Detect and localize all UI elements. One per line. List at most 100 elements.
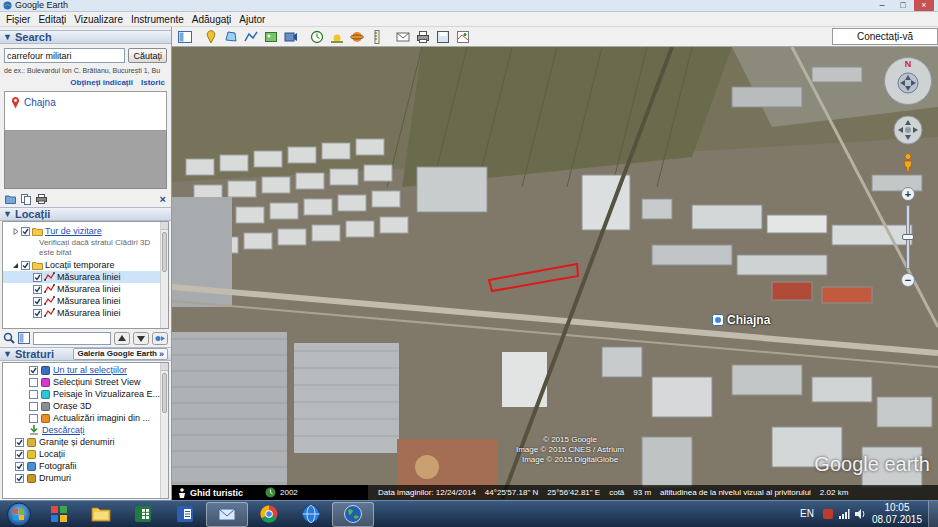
placemark-icon[interactable] xyxy=(204,30,218,44)
taskbar-button[interactable] xyxy=(80,502,122,527)
menu-item[interactable]: Fișier xyxy=(2,13,34,26)
play-tour-icon[interactable] xyxy=(152,332,168,345)
search-query[interactable]: carrefour militari xyxy=(7,50,72,62)
collapse-arrow[interactable]: ▼ xyxy=(3,208,12,220)
history-clock-icon[interactable] xyxy=(265,487,276,498)
place-name[interactable]: Chiajna xyxy=(727,313,770,327)
checkbox[interactable] xyxy=(21,227,30,236)
search-link[interactable]: Obțineți indicații xyxy=(70,77,133,88)
tour-icon[interactable] xyxy=(284,30,298,44)
print-icon[interactable] xyxy=(416,30,430,44)
checkbox[interactable] xyxy=(29,414,38,423)
panel-header[interactable]: ▼StraturiGaleria Google Earth» xyxy=(0,347,171,361)
panel-header[interactable]: ▼Search xyxy=(0,30,171,44)
layer-label[interactable]: Locații xyxy=(39,448,65,460)
menu-item[interactable]: Ajutor xyxy=(235,13,269,26)
map-view[interactable]: Chiajna© 2015 GoogleImage © 2015 CNES / … xyxy=(172,47,938,500)
taskbar-button[interactable] xyxy=(164,502,206,527)
gallery-label[interactable]: Galeria Google Earth xyxy=(77,349,157,359)
gallery-arrow[interactable]: » xyxy=(159,349,164,359)
layer-label[interactable]: Drumuri xyxy=(39,472,71,484)
globe-icon[interactable] xyxy=(301,504,321,524)
checkbox[interactable] xyxy=(29,390,38,399)
clock-time[interactable]: 10:05 xyxy=(884,502,909,514)
zoom-out-button[interactable]: − xyxy=(901,273,915,287)
sidebar-icon[interactable] xyxy=(178,30,192,44)
checkbox[interactable] xyxy=(29,366,38,375)
copy-icon[interactable] xyxy=(21,194,31,205)
tree-row[interactable]: Măsurarea liniei xyxy=(3,271,160,283)
layer-row[interactable]: Fotografii xyxy=(3,460,160,472)
taskbar-button[interactable] xyxy=(38,502,80,527)
tree-label[interactable]: Măsurarea liniei xyxy=(57,271,121,283)
layer-label[interactable]: Actualizări imagini din ... xyxy=(53,412,150,424)
menu-item[interactable]: Instrumente xyxy=(127,13,188,26)
tree-row[interactable]: Măsurarea liniei xyxy=(3,295,160,307)
checkbox[interactable] xyxy=(33,297,42,306)
sign-in-button[interactable]: Conectați-vă xyxy=(832,28,938,45)
search-field[interactable]: carrefour militari xyxy=(4,48,125,63)
path-icon[interactable] xyxy=(244,30,258,44)
tree-row[interactable]: Tur de vizitare xyxy=(3,225,160,237)
checkbox[interactable] xyxy=(29,378,38,387)
layer-row[interactable]: Locații xyxy=(3,448,160,460)
layer-row[interactable]: Orașe 3D xyxy=(3,400,160,412)
tree-label[interactable]: Tur de vizitare xyxy=(45,225,102,237)
checkbox[interactable] xyxy=(33,309,42,318)
collapse-arrow[interactable]: ▼ xyxy=(3,31,12,43)
menu-item[interactable]: Vizualizare xyxy=(70,13,127,26)
taskbar-button[interactable] xyxy=(290,502,332,527)
tree-row[interactable]: Măsurarea liniei xyxy=(3,307,160,319)
add-folder-icon[interactable] xyxy=(5,194,16,204)
expander-icon[interactable] xyxy=(11,261,19,269)
email-icon[interactable] xyxy=(396,30,410,44)
language-indicator[interactable]: EN xyxy=(800,508,814,520)
layer-row[interactable]: Peisaje în Vizualizarea E... xyxy=(3,388,160,400)
result-label[interactable]: Chajna xyxy=(24,97,56,109)
print-icon[interactable] xyxy=(36,194,47,204)
move-up-icon[interactable] xyxy=(114,332,130,345)
layer-label[interactable]: Selecțiuni Street View xyxy=(53,376,140,388)
search-button[interactable]: Căutați xyxy=(128,48,167,63)
taskbar-button[interactable] xyxy=(206,502,248,527)
window-control[interactable]: × xyxy=(914,0,934,11)
chrome-icon[interactable] xyxy=(259,504,279,524)
place-label[interactable]: Chiajna xyxy=(712,313,770,327)
layer-label[interactable]: Un tur al selecțiilor xyxy=(53,364,127,376)
search-icon[interactable] xyxy=(3,332,15,344)
volume-icon[interactable] xyxy=(854,508,866,520)
window-control[interactable]: – xyxy=(872,0,892,11)
search-result[interactable]: Chajna xyxy=(11,96,166,109)
layer-row[interactable]: Actualizări imagini din ... xyxy=(3,412,160,424)
security-icon[interactable] xyxy=(822,508,834,520)
word-icon[interactable] xyxy=(175,504,195,524)
move-down-icon[interactable] xyxy=(133,332,149,345)
gallery-button[interactable]: Galeria Google Earth» xyxy=(73,348,168,360)
places-filter-field[interactable] xyxy=(33,332,111,345)
menu-item[interactable]: Adăugați xyxy=(188,13,235,26)
grid-icon[interactable] xyxy=(49,504,69,524)
zoom-knob[interactable] xyxy=(902,234,914,240)
checkbox[interactable] xyxy=(33,285,42,294)
north-label[interactable]: N xyxy=(885,59,931,69)
checkbox[interactable] xyxy=(33,273,42,282)
history-icon[interactable] xyxy=(310,30,324,44)
save-image-icon[interactable] xyxy=(436,30,450,44)
panel-icon[interactable] xyxy=(18,332,30,344)
look-joystick-icon[interactable] xyxy=(897,72,919,94)
tour-guide-icon[interactable] xyxy=(178,488,186,498)
network-icon[interactable] xyxy=(838,508,850,520)
move-joystick-icon[interactable] xyxy=(893,115,923,145)
scrollbar[interactable] xyxy=(160,363,168,498)
folder-icon[interactable] xyxy=(91,504,111,524)
maps-icon[interactable] xyxy=(456,30,470,44)
menu-item[interactable]: Editați xyxy=(34,13,70,26)
zoom-track[interactable] xyxy=(906,205,910,269)
taskbar-button[interactable] xyxy=(122,502,164,527)
tree-label[interactable]: Măsurarea liniei xyxy=(57,283,121,295)
search-link[interactable]: Istoric xyxy=(141,77,165,88)
window-control[interactable]: □ xyxy=(893,0,913,11)
ruler-icon[interactable] xyxy=(370,30,384,44)
tour-guide-label[interactable]: Ghid turistic xyxy=(190,487,243,499)
earth-icon[interactable] xyxy=(343,504,363,524)
